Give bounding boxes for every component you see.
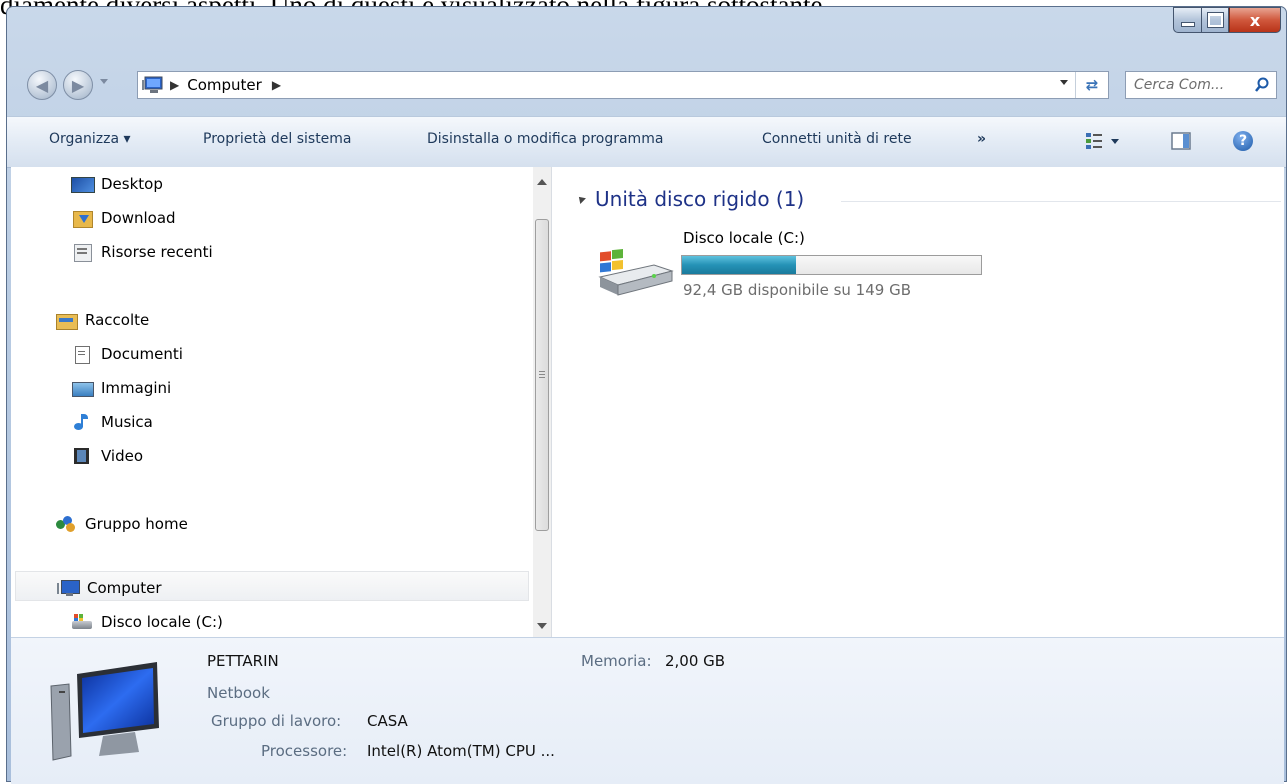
navigation-pane: Desktop Download Risorse recenti Raccolt… [11, 167, 551, 637]
processor-value: Intel(R) Atom(TM) CPU ... [367, 742, 555, 760]
title-bar: x [7, 7, 1286, 61]
recent-pages-icon[interactable] [100, 79, 108, 84]
nav-item-videos[interactable]: Video [71, 447, 143, 465]
maximize-button[interactable] [1201, 7, 1229, 33]
nav-scrollbar[interactable] [533, 167, 551, 637]
forward-button[interactable]: ▶ [63, 70, 93, 100]
drive-usage-bar [681, 255, 982, 275]
group-divider-line [841, 201, 1281, 202]
nav-item-libraries[interactable]: Raccolte [55, 311, 150, 330]
processor-label: Processore: [261, 742, 348, 760]
documents-icon [71, 345, 93, 364]
breadcrumb-chevron-icon[interactable]: ▶ [272, 78, 281, 92]
nav-item-label: Desktop [101, 175, 163, 193]
address-bar[interactable]: ▶ Computer ▶ ⇄ [137, 71, 1109, 99]
nav-item-label: Documenti [101, 345, 183, 363]
libraries-icon [55, 311, 78, 330]
workgroup-value: CASA [367, 712, 408, 730]
computer-large-icon [50, 662, 159, 761]
group-title: Unità disco rigido (1) [595, 187, 805, 211]
workgroup-label: Gruppo di lavoro: [211, 712, 342, 730]
preview-pane-icon[interactable] [1171, 132, 1191, 150]
nav-item-label: Video [101, 447, 144, 465]
nav-item-label: Immagini [101, 379, 172, 397]
maximize-icon [1207, 13, 1223, 27]
nav-item-label: Disco locale (C:) [101, 613, 223, 631]
drive-free-space: 92,4 GB disponibile su 149 GB [683, 281, 911, 299]
drive-name: Disco locale (C:) [683, 229, 805, 247]
system-properties-button[interactable]: Proprietà del sistema [203, 131, 352, 147]
nav-item-local-disk[interactable]: Disco locale (C:) [71, 613, 223, 631]
computer-icon [142, 76, 163, 93]
drive-usage-fill [682, 256, 796, 274]
address-dropdown-icon[interactable] [1060, 80, 1068, 85]
nav-item-label: Musica [101, 413, 153, 431]
more-commands-button[interactable]: » [977, 131, 986, 147]
computer-icon [57, 579, 80, 597]
search-input[interactable] [1132, 76, 1256, 94]
hard-drive-icon [598, 248, 674, 296]
refresh-icon[interactable]: ⇄ [1075, 72, 1108, 98]
desktop-icon [71, 175, 95, 193]
help-icon[interactable]: ? [1233, 131, 1253, 151]
drive-group-header[interactable]: Unità disco rigido (1) [576, 187, 805, 211]
video-film-icon [71, 447, 93, 465]
nav-item-desktop[interactable]: Desktop [71, 175, 163, 193]
view-dropdown-icon [1111, 138, 1119, 144]
nav-item-label: Computer [87, 579, 162, 597]
close-icon: x [1249, 10, 1261, 30]
recent-places-icon [71, 243, 93, 262]
close-button[interactable]: x [1229, 7, 1281, 33]
pictures-icon [71, 379, 94, 397]
scroll-down-icon[interactable] [537, 623, 547, 629]
breadcrumb-separator-icon: ▶ [170, 78, 180, 92]
computer-name: PETTARIN [207, 652, 279, 670]
memory-label: Memoria: [581, 652, 652, 670]
navigation-bar: ◀ ▶ ▶ Computer ▶ ⇄ [7, 67, 1286, 103]
download-folder-icon [71, 209, 93, 228]
music-note-icon [71, 413, 93, 431]
command-bar: Organizza ▾ Proprietà del sistema Disins… [7, 116, 1286, 168]
nav-item-label: Download [101, 209, 176, 227]
map-network-drive-button[interactable]: Connetti unità di rete [762, 131, 912, 147]
nav-item-computer[interactable]: Computer [57, 579, 162, 597]
content-area: Desktop Download Risorse recenti Raccolt… [11, 167, 1284, 637]
memory-value: 2,00 GB [665, 652, 726, 670]
scrollbar-thumb[interactable] [535, 219, 549, 531]
window-controls: x [1173, 7, 1281, 33]
back-arrow-icon: ◀ [35, 75, 49, 95]
nav-item-label: Risorse recenti [101, 243, 213, 261]
collapse-arrow-icon[interactable] [576, 194, 586, 204]
forward-arrow-icon: ▶ [71, 75, 85, 95]
scroll-up-icon[interactable] [537, 179, 547, 185]
details-pane: PETTARIN Netbook Gruppo di lavoro: CASA … [11, 637, 1284, 784]
computer-model: Netbook [207, 684, 270, 702]
grip-icon [539, 371, 545, 372]
nav-item-download[interactable]: Download [71, 209, 176, 228]
explorer-window: x ◀ ▶ ▶ Computer ▶ ⇄ Cerca Com... Organi… [6, 6, 1287, 784]
nav-item-label: Gruppo home [85, 515, 188, 533]
minimize-icon [1181, 22, 1194, 26]
organize-menu[interactable]: Organizza ▾ [49, 131, 131, 147]
nav-item-documents[interactable]: Documenti [71, 345, 183, 364]
homegroup-icon [55, 515, 77, 533]
local-disk-icon [71, 613, 93, 631]
nav-item-pictures[interactable]: Immagini [71, 379, 171, 397]
breadcrumb-computer[interactable]: Computer [187, 76, 262, 94]
back-button[interactable]: ◀ [27, 70, 57, 100]
view-options-icon [1086, 133, 1102, 149]
nav-item-homegroup[interactable]: Gruppo home [55, 515, 188, 533]
uninstall-program-button[interactable]: Disinstalla o modifica programma [427, 131, 663, 147]
pane-divider[interactable] [551, 167, 552, 637]
nav-item-recent[interactable]: Risorse recenti [71, 243, 213, 262]
search-box[interactable] [1125, 71, 1277, 99]
search-icon[interactable] [1254, 77, 1270, 93]
change-view-button[interactable] [1085, 132, 1119, 150]
nav-item-label: Raccolte [85, 311, 150, 329]
minimize-button[interactable] [1173, 7, 1201, 33]
nav-item-music[interactable]: Musica [71, 413, 153, 431]
